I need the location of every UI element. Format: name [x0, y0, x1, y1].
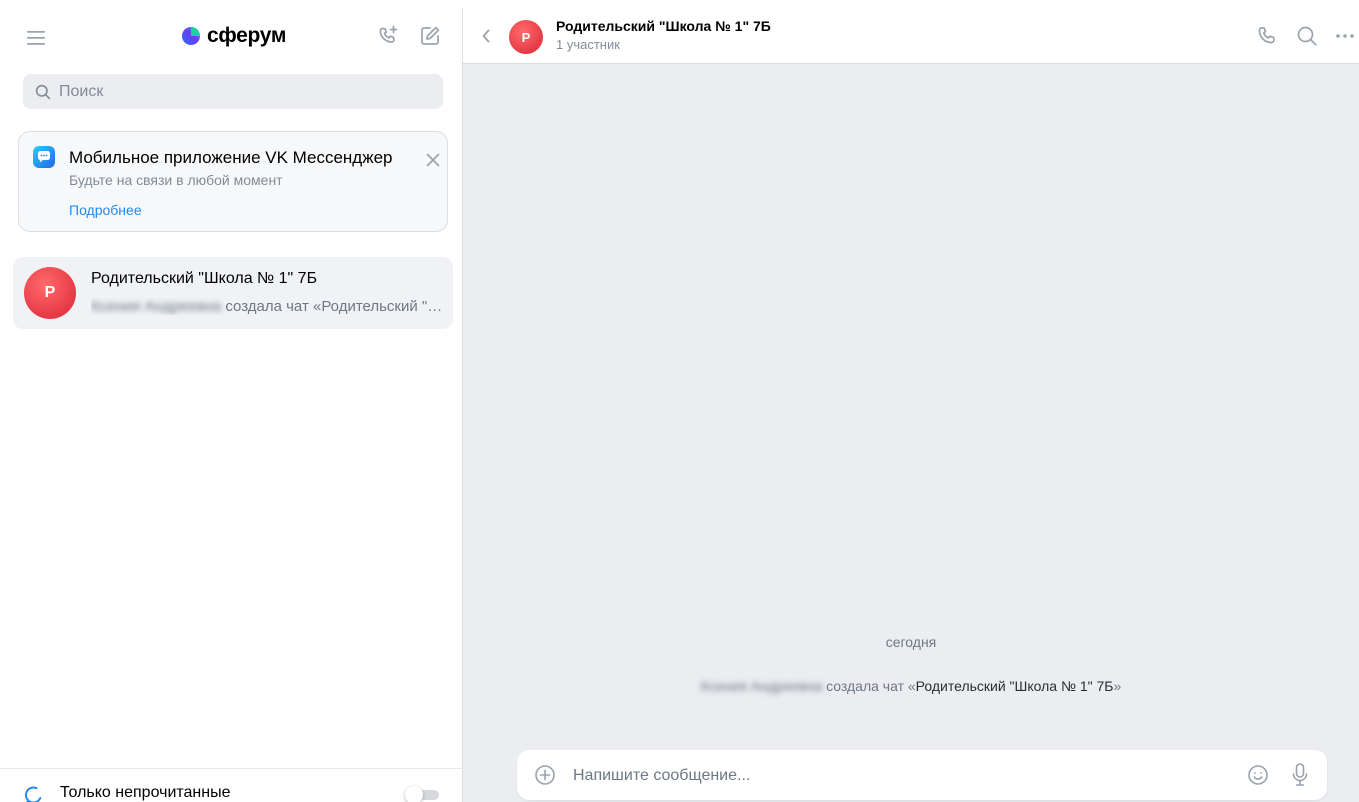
chat-last-author: Ксения Андреевна: [91, 298, 222, 315]
voice-message-button[interactable]: [1288, 761, 1312, 789]
sidebar-footer: Только непрочитанные: [0, 768, 462, 802]
search-icon: [35, 84, 51, 99]
service-chat-name[interactable]: Родительский "Школа № 1" 7Б: [916, 678, 1114, 694]
close-icon: [426, 153, 440, 167]
conversation-header: Р Родительский "Школа № 1" 7Б 1 участник: [463, 8, 1359, 64]
attach-button[interactable]: [533, 763, 557, 787]
message-composer: [517, 750, 1327, 800]
write-icon: [421, 26, 440, 45]
promo-more-link[interactable]: Подробнее: [69, 202, 142, 218]
sferum-logo-icon: [182, 27, 200, 45]
emoji-button[interactable]: [1246, 763, 1270, 787]
chat-list-item[interactable]: Р Родительский "Школа № 1" 7Б Ксения Анд…: [13, 257, 453, 329]
phone-add-icon: [379, 25, 398, 43]
more-button[interactable]: [1331, 22, 1359, 50]
conversation-avatar[interactable]: Р: [509, 20, 543, 54]
more-horizontal-icon: [1336, 34, 1354, 38]
search-icon: [1297, 26, 1317, 46]
top-strip: [0, 0, 1359, 8]
chat-bubble-icon: [24, 786, 42, 802]
search-box[interactable]: [23, 74, 443, 109]
sferum-logo[interactable]: сферум: [181, 23, 286, 49]
microphone-icon: [1292, 763, 1308, 786]
chat-avatar: Р: [24, 267, 76, 319]
service-close-quote: »: [1113, 678, 1122, 694]
toggle-knob: [405, 786, 423, 802]
promo-close-button[interactable]: [421, 148, 445, 172]
phone-icon: [1258, 26, 1275, 44]
call-button[interactable]: [1253, 22, 1281, 50]
service-message: Ксения Андреевна создала чат «Родительск…: [463, 678, 1359, 694]
sidebar-header: сферум: [0, 8, 462, 64]
add-circle-icon: [535, 765, 555, 785]
compose-button[interactable]: [416, 22, 444, 50]
conversation-title[interactable]: Родительский "Школа № 1" 7Б: [556, 18, 771, 34]
promo-banner: Мобильное приложение VK Мессенджер Будьт…: [18, 131, 448, 232]
chevron-left-icon: [482, 29, 490, 43]
conversation-members[interactable]: 1 участник: [556, 37, 620, 52]
promo-subtitle: Будьте на связи в любой момент: [69, 172, 283, 188]
hamburger-icon: [27, 31, 45, 45]
promo-title: Мобильное приложение VK Мессенджер: [69, 148, 393, 167]
back-button[interactable]: [475, 24, 497, 48]
message-input[interactable]: [571, 762, 1225, 790]
chat-last-message: Ксения Андреевна создала чат «Родительск…: [91, 298, 447, 315]
date-separator: сегодня: [885, 634, 937, 650]
conversation-panel: Р Родительский "Школа № 1" 7Б 1 участник: [463, 8, 1359, 802]
smile-icon: [1248, 765, 1268, 785]
unread-only-toggle[interactable]: [405, 786, 439, 802]
conversation-search-button[interactable]: [1293, 22, 1321, 50]
unread-only-label: Только непрочитанные: [60, 784, 231, 801]
new-call-button[interactable]: [374, 22, 402, 50]
search-input[interactable]: [57, 81, 421, 102]
brand-name: сферум: [207, 24, 287, 47]
chat-last-text: создала чат «Родительский "Школа № 1" 7Б…: [225, 298, 447, 315]
service-action: создала чат «: [826, 678, 916, 694]
menu-button[interactable]: [22, 24, 50, 52]
sidebar: сферум Поиск Мобильное приложение VK Мес…: [0, 8, 463, 802]
chat-name: Родительский "Школа № 1" 7Б: [91, 270, 318, 287]
vk-messenger-icon: [33, 146, 55, 168]
app-window: сферум Поиск Мобильное приложение VK Мес…: [0, 0, 1359, 802]
service-author: Ксения Андреевна: [700, 678, 823, 694]
